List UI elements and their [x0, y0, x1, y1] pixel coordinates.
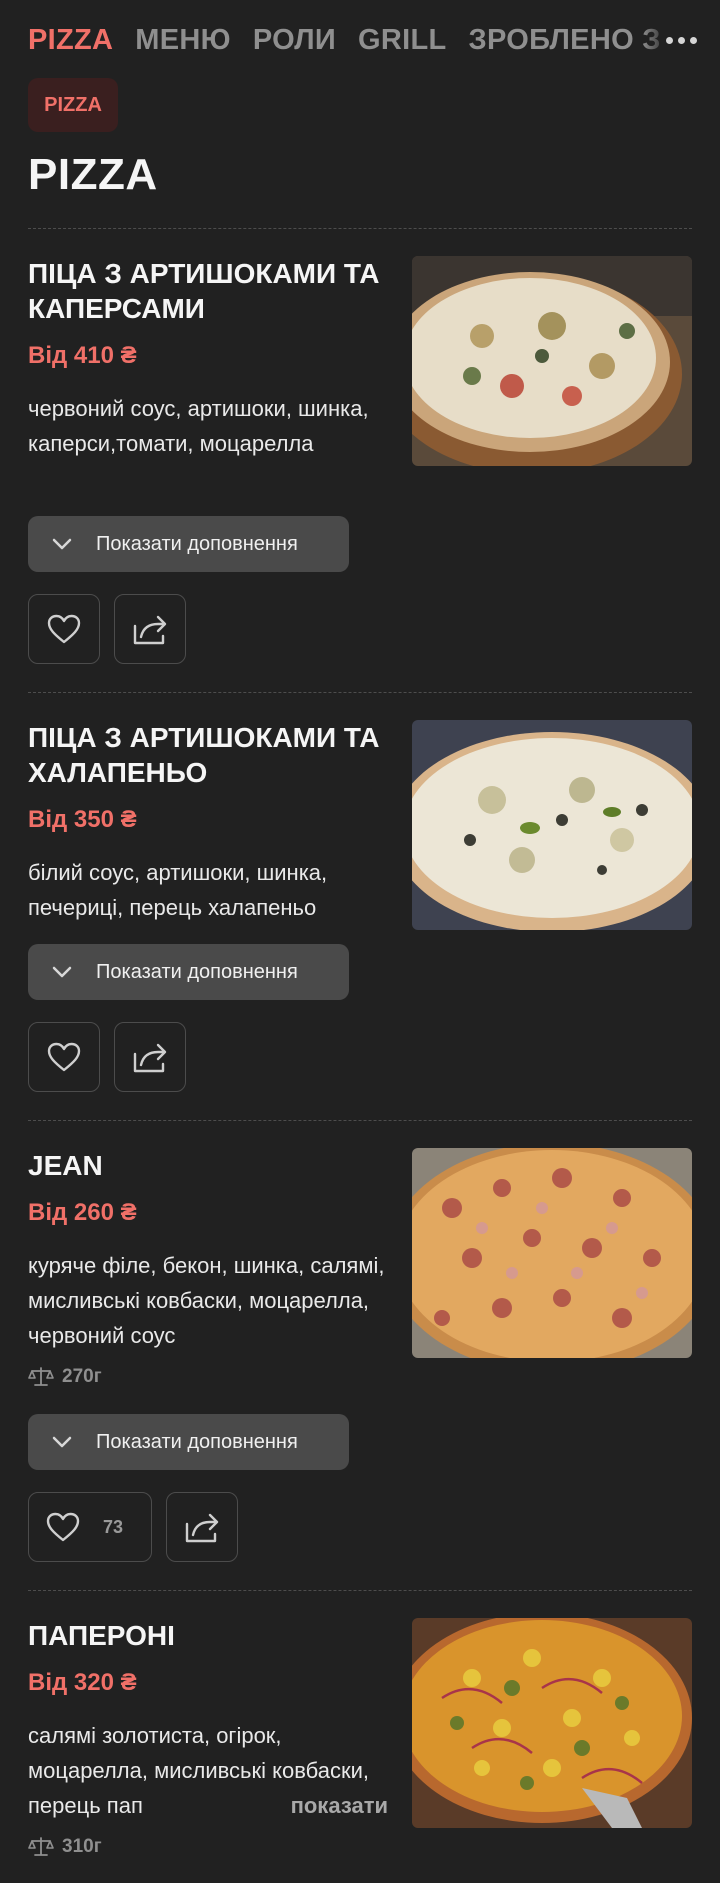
product-price: Від 350 ₴ — [28, 806, 137, 833]
share-button[interactable] — [114, 594, 186, 664]
share-icon — [133, 615, 167, 645]
show-addons-label: Показати доповнення — [96, 960, 298, 983]
divider — [28, 228, 692, 229]
more-horizontal-icon — [665, 36, 697, 44]
category-chip[interactable]: PIZZA — [28, 78, 118, 132]
heart-icon — [47, 614, 81, 644]
product-card[interactable]: ПІЦА З АРТИШОКАМИ ТА КАПЕРСАМИ Від 410 ₴… — [28, 256, 692, 666]
show-addons-button[interactable]: Показати доповнення — [28, 516, 349, 572]
product-name[interactable]: JEAN — [28, 1148, 388, 1183]
share-button[interactable] — [166, 1492, 238, 1562]
show-addons-button[interactable]: Показати доповнення — [28, 1414, 349, 1470]
show-addons-label: Показати доповнення — [96, 532, 298, 555]
product-image[interactable] — [412, 720, 692, 930]
product-weight-value: 310г — [62, 1836, 102, 1857]
show-addons-label: Показати доповнення — [96, 1430, 298, 1453]
nav-more-button[interactable] — [642, 0, 720, 80]
product-name[interactable]: ПІЦА З АРТИШОКАМИ ТА ХАЛАПЕНЬО — [28, 720, 388, 790]
product-price: Від 320 ₴ — [28, 1669, 137, 1696]
favorite-button[interactable] — [28, 594, 100, 664]
product-price: Від 410 ₴ — [28, 342, 137, 369]
category-nav: PIZZA МЕНЮ РОЛИ GRILL ЗРОБЛЕНО З — [0, 0, 720, 80]
product-weight-value: 270г — [62, 1366, 102, 1387]
product-name[interactable]: ПАПЕРОНІ — [28, 1618, 388, 1653]
divider — [28, 1120, 692, 1121]
show-more-link[interactable]: показати — [230, 1788, 388, 1823]
nav-item-made-with[interactable]: ЗРОБЛЕНО З — [469, 24, 661, 57]
product-description: салямі золотиста, огірок, моцарелла, мис… — [28, 1718, 388, 1823]
product-card[interactable]: ПІЦА З АРТИШОКАМИ ТА ХАЛАПЕНЬО Від 350 ₴… — [28, 720, 692, 1095]
share-icon — [133, 1043, 167, 1073]
chevron-down-icon — [28, 537, 96, 551]
scale-icon — [28, 1837, 54, 1856]
nav-item-menu[interactable]: МЕНЮ — [135, 24, 231, 57]
product-card[interactable]: ПАПЕРОНІ Від 320 ₴ салямі золотиста, огі… — [28, 1618, 692, 1883]
show-addons-button[interactable]: Показати доповнення — [28, 944, 349, 1000]
divider — [28, 692, 692, 693]
product-description: червоний соус, артишоки, шинка, каперси,… — [28, 396, 369, 456]
product-weight: 310г — [28, 1836, 102, 1858]
product-price: Від 260 ₴ — [28, 1199, 137, 1226]
chevron-down-icon — [28, 965, 96, 979]
menu-page: PIZZA МЕНЮ РОЛИ GRILL ЗРОБЛЕНО З PIZZA P… — [0, 0, 720, 1883]
product-name[interactable]: ПІЦА З АРТИШОКАМИ ТА КАПЕРСАМИ — [28, 256, 388, 326]
share-icon — [185, 1513, 219, 1543]
divider — [28, 1590, 692, 1591]
chevron-down-icon — [28, 1435, 96, 1449]
product-description: куряче філе, бекон, шинка, салямі, мисли… — [28, 1253, 385, 1348]
favorite-button[interactable] — [28, 1022, 100, 1092]
product-description: білий соус, артишоки, шинка, печериці, п… — [28, 860, 328, 920]
scale-icon — [28, 1367, 54, 1386]
nav-item-pizza[interactable]: PIZZA — [28, 24, 113, 57]
section-title: PIZZA — [28, 150, 158, 199]
favorite-button[interactable]: 73 — [28, 1492, 152, 1562]
product-image[interactable] — [412, 256, 692, 466]
product-card[interactable]: JEAN Від 260 ₴ куряче філе, бекон, шинка… — [28, 1148, 692, 1563]
heart-icon — [47, 1042, 81, 1072]
product-weight: 270г — [28, 1366, 102, 1388]
like-count: 73 — [103, 1516, 124, 1537]
nav-item-grill[interactable]: GRILL — [358, 24, 447, 57]
product-image[interactable] — [412, 1148, 692, 1358]
share-button[interactable] — [114, 1022, 186, 1092]
nav-item-rolls[interactable]: РОЛИ — [253, 24, 336, 57]
product-image[interactable] — [412, 1618, 692, 1828]
heart-icon — [46, 1512, 80, 1542]
